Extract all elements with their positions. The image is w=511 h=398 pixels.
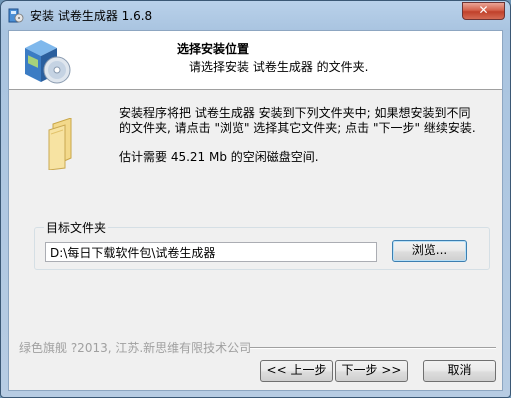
software-box-icon bbox=[25, 40, 71, 84]
space-required-text: 估计需要 45.21 Mb 的空闲磁盘空间. bbox=[119, 150, 319, 164]
close-icon: ✕ bbox=[478, 3, 489, 17]
window-title: 安装 试卷生成器 1.6.8 bbox=[30, 9, 153, 23]
description-line-1: 安装程序将把 试卷生成器 安装到下列文件夹中; 如果想安装到不同 bbox=[119, 106, 471, 120]
installer-window: 安装 试卷生成器 1.6.8 ✕ 选择安装位置 请选择安装 试卷生成器 的文件夹… bbox=[0, 0, 511, 398]
install-description: 安装程序将把 试卷生成器 安装到下列文件夹中; 如果想安装到不同 的文件夹, 请… bbox=[119, 106, 494, 136]
installer-icon bbox=[8, 8, 24, 23]
page-title: 选择安装位置 bbox=[177, 42, 250, 56]
destination-folder-label: 目标文件夹 bbox=[44, 219, 109, 236]
next-button[interactable]: 下一步 >> bbox=[335, 360, 408, 382]
wizard-client-area: 选择安装位置 请选择安装 试卷生成器 的文件夹. 安装程序将把 试卷生成器 安装… bbox=[8, 30, 503, 391]
folder-icon bbox=[48, 118, 72, 170]
browse-button[interactable]: 浏览... bbox=[392, 240, 467, 262]
footer-divider bbox=[250, 347, 496, 349]
back-button[interactable]: << 上一步 bbox=[260, 360, 333, 382]
wizard-header: 选择安装位置 请选择安装 试卷生成器 的文件夹. bbox=[9, 31, 502, 90]
cancel-button[interactable]: 取消 bbox=[423, 360, 496, 382]
destination-path-input[interactable] bbox=[45, 242, 377, 262]
close-button[interactable]: ✕ bbox=[462, 2, 505, 20]
description-line-2: 的文件夹, 请点击 "浏览" 选择其它文件夹; 点击 "下一步" 继续安装. bbox=[119, 121, 476, 135]
title-bar[interactable]: 安装 试卷生成器 1.6.8 ✕ bbox=[1, 1, 510, 29]
page-subtitle: 请选择安装 试卷生成器 的文件夹. bbox=[189, 60, 369, 74]
brand-text: 绿色旗舰 ?2013, 江苏.新思维有限技术公司 bbox=[19, 341, 252, 355]
